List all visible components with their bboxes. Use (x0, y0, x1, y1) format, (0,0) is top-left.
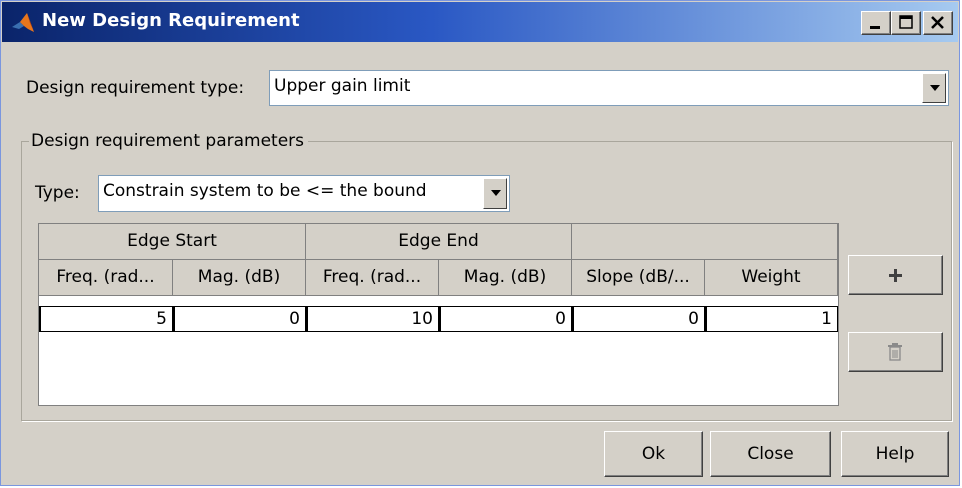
column-header-slope[interactable]: Slope (dB/... (572, 260, 705, 296)
plus-icon (889, 269, 902, 282)
add-row-button[interactable] (848, 255, 943, 295)
cell-start-freq[interactable]: 5 (39, 306, 173, 332)
close-button[interactable]: Close (710, 431, 831, 477)
group-header-other (572, 224, 838, 260)
parameters-group-label: Design requirement parameters (29, 131, 309, 151)
type-label: Type: (35, 183, 80, 203)
title-bar[interactable]: New Design Requirement (2, 2, 958, 42)
dialog-window: New Design Requirement Design requiremen… (0, 0, 960, 486)
cell-slope[interactable]: 0 (572, 306, 705, 332)
constraint-type-dropdown[interactable]: Constrain system to be <= the bound (98, 175, 510, 212)
delete-row-button[interactable] (848, 332, 943, 372)
requirement-type-dropdown[interactable]: Upper gain limit (269, 70, 949, 106)
group-header-edge-start: Edge Start (39, 224, 306, 260)
trash-icon (888, 343, 902, 361)
close-window-button[interactable] (923, 11, 953, 35)
column-header-end-freq[interactable]: Freq. (rad... (306, 260, 439, 296)
close-icon (931, 16, 944, 29)
cell-weight[interactable]: 1 (705, 306, 838, 332)
column-header-end-mag[interactable]: Mag. (dB) (439, 260, 572, 296)
minimize-icon (870, 26, 880, 29)
column-header-start-freq[interactable]: Freq. (rad... (39, 260, 173, 296)
requirement-type-dropdown-arrow[interactable] (922, 73, 946, 103)
group-header-edge-end: Edge End (306, 224, 572, 260)
maximize-button[interactable] (891, 11, 921, 35)
chevron-down-icon (930, 85, 940, 91)
matlab-logo-icon (12, 13, 34, 32)
chevron-down-icon (491, 190, 501, 196)
maximize-icon (899, 15, 913, 29)
cell-end-freq[interactable]: 10 (306, 306, 439, 332)
cell-start-mag[interactable]: 0 (173, 306, 306, 332)
ok-button[interactable]: Ok (604, 431, 703, 477)
requirement-type-label: Design requirement type: (26, 78, 245, 98)
constraint-type-dropdown-arrow[interactable] (483, 178, 507, 209)
constraint-type-value: Constrain system to be <= the bound (103, 181, 427, 201)
window-title: New Design Requirement (42, 10, 300, 31)
requirement-type-value: Upper gain limit (274, 76, 411, 96)
help-button[interactable]: Help (841, 431, 949, 477)
column-header-start-mag[interactable]: Mag. (dB) (173, 260, 306, 296)
requirement-table[interactable]: Edge Start Edge End Freq. (rad... Mag. (… (38, 223, 839, 406)
cell-end-mag[interactable]: 0 (439, 306, 572, 332)
column-header-weight[interactable]: Weight (705, 260, 838, 296)
minimize-button[interactable] (861, 11, 891, 35)
